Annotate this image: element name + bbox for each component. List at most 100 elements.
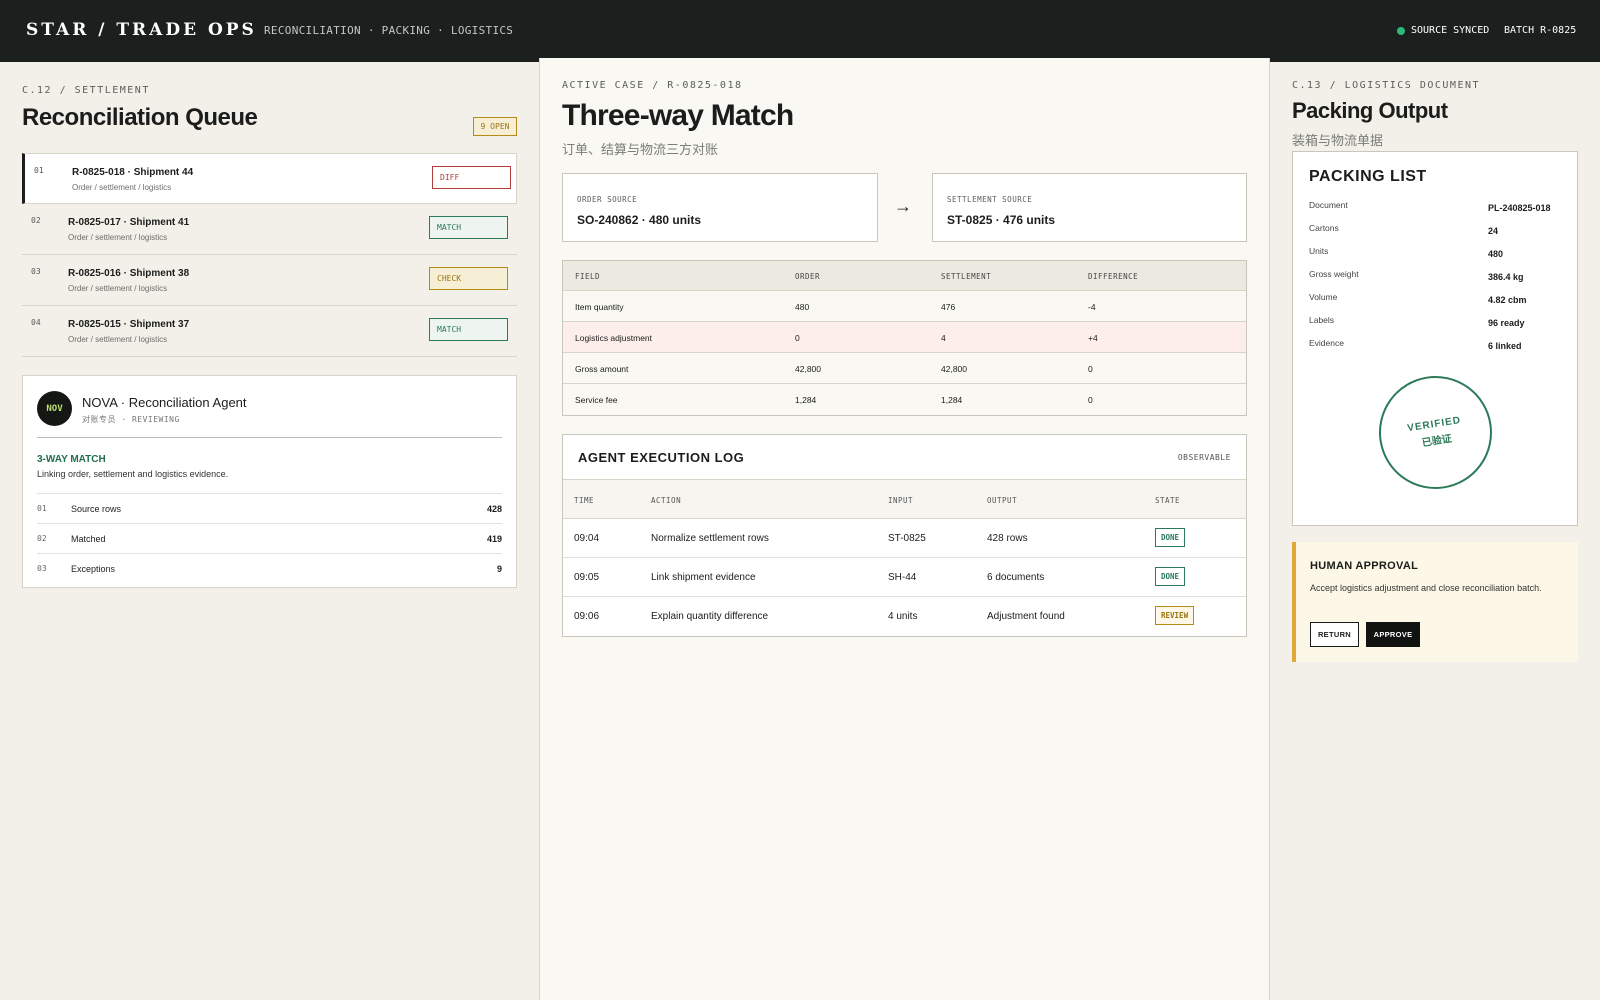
- human-approval-card: HUMAN APPROVAL Accept logistics adjustme…: [1292, 542, 1578, 662]
- log-action: Link shipment evidence: [651, 572, 756, 583]
- table-row: 09:06 Explain quantity difference 4 unit…: [563, 597, 1246, 636]
- agent-status: 对账专员 · REVIEWING: [82, 415, 180, 424]
- table-cell: -4: [1088, 302, 1096, 312]
- sync-status-label: SOURCE SYNCED: [1411, 25, 1490, 36]
- section-title: Packing Output: [1292, 98, 1448, 123]
- field-row: Units 480: [1309, 246, 1563, 269]
- queue-item-subtitle: Order / settlement / logistics: [68, 335, 168, 344]
- agent-task-label: 3-WAY MATCH: [37, 454, 106, 465]
- log-input: ST-0825: [888, 533, 926, 544]
- status-badge: MATCH: [429, 318, 508, 341]
- approve-button[interactable]: APPROVE: [1366, 622, 1420, 647]
- stat-label: Exceptions: [71, 564, 116, 574]
- queue-item[interactable]: 04 R-0825-015 · Shipment 37 Order / sett…: [22, 306, 517, 357]
- approval-title: HUMAN APPROVAL: [1310, 560, 1419, 572]
- table-cell: +4: [1088, 333, 1098, 343]
- packing-list-card: PACKING LIST Document PL-240825-018 Cart…: [1292, 151, 1578, 526]
- table-header: FIELD ORDER SETTLEMENT DIFFERENCE: [563, 261, 1246, 291]
- section-eyebrow: ACTIVE CASE / R-0825-018: [562, 80, 743, 91]
- stat-row: 02 Matched 419: [37, 523, 502, 553]
- log-time: 09:05: [574, 572, 600, 583]
- stat-value: 9: [496, 564, 502, 574]
- order-source-value: SO-240862 · 480 units: [577, 213, 702, 227]
- queue-item-title: R-0825-018 · Shipment 44: [72, 167, 194, 178]
- packing-list-fields: Document PL-240825-018 Cartons 24 Units …: [1309, 200, 1563, 361]
- top-bar: STAR / TRADE OPS RECONCILIATION · PACKIN…: [0, 0, 1600, 62]
- field-row: Document PL-240825-018: [1309, 200, 1563, 223]
- stat-label: Source rows: [71, 504, 122, 514]
- table-cell: 480: [795, 302, 810, 312]
- field-value: PL-240825-018: [1488, 203, 1551, 213]
- table-header: TIME ACTION INPUT OUTPUT STATE: [563, 479, 1246, 519]
- table-cell: Gross amount: [575, 364, 629, 374]
- log-time: 09:06: [574, 611, 600, 622]
- case-subtitle: 订单、结算与物流三方对账: [562, 142, 719, 157]
- open-count-badge: 9 OPEN: [473, 117, 517, 136]
- queue-item[interactable]: 02 R-0825-017 · Shipment 41 Order / sett…: [22, 204, 517, 255]
- field-label: Units: [1309, 246, 1329, 256]
- case-title: Three-way Match: [562, 99, 794, 132]
- avatar: NOV: [37, 391, 72, 426]
- stat-number: 01: [37, 504, 47, 513]
- verified-stamp: VERIFIED 已验证: [1370, 367, 1501, 498]
- table-row: 09:04 Normalize settlement rows ST-0825 …: [563, 519, 1246, 558]
- return-button[interactable]: RETURN: [1310, 622, 1359, 647]
- agent-card: NOV NOVA · Reconciliation Agent 对账专员 · R…: [22, 375, 517, 588]
- divider: [37, 437, 502, 438]
- table-cell: 476: [941, 302, 956, 312]
- field-label: Cartons: [1309, 223, 1339, 233]
- field-value: 6 linked: [1488, 341, 1522, 351]
- table-row: Item quantity 480 476 -4: [563, 291, 1246, 322]
- field-value: 24: [1488, 226, 1499, 236]
- column-header: TIME: [574, 496, 595, 505]
- stat-number: 03: [37, 564, 47, 573]
- table-cell: 0: [1088, 395, 1093, 405]
- settlement-source-label: SETTLEMENT SOURCE: [947, 195, 1033, 204]
- order-source-card: ORDER SOURCE SO-240862 · 480 units: [562, 173, 878, 242]
- settlement-source-card: SETTLEMENT SOURCE ST-0825 · 476 units: [932, 173, 1247, 242]
- log-time: 09:04: [574, 533, 600, 544]
- log-tag: OBSERVABLE: [1177, 453, 1231, 462]
- packing-list-title: PACKING LIST: [1309, 168, 1427, 185]
- field-row: Volume 4.82 cbm: [1309, 292, 1563, 315]
- table-row: 09:05 Link shipment evidence SH-44 6 doc…: [563, 558, 1246, 597]
- log-output: 428 rows: [987, 533, 1028, 544]
- agent-name: NOVA · Reconciliation Agent: [82, 395, 247, 410]
- section-eyebrow: C.13 / LOGISTICS DOCUMENT: [1292, 80, 1481, 91]
- table-cell: 1,284: [941, 395, 963, 405]
- field-value: 4.82 cbm: [1488, 295, 1527, 305]
- column-header: STATE: [1155, 496, 1181, 505]
- status-badge: DIFF: [432, 166, 511, 189]
- log-input: SH-44: [888, 572, 917, 583]
- queue-item[interactable]: 03 R-0825-016 · Shipment 38 Order / sett…: [22, 255, 517, 306]
- order-source-label: ORDER SOURCE: [577, 195, 638, 204]
- stat-row: 03 Exceptions 9: [37, 553, 502, 583]
- agent-execution-log: AGENT EXECUTION LOG OBSERVABLE TIME ACTI…: [562, 434, 1247, 637]
- queue-item-number: 03: [31, 267, 41, 276]
- field-row: Evidence 6 linked: [1309, 338, 1563, 361]
- stat-number: 02: [37, 534, 47, 543]
- field-label: Evidence: [1309, 338, 1344, 348]
- queue-item-number: 04: [31, 318, 41, 327]
- queue-item-number: 01: [34, 166, 44, 175]
- log-title: AGENT EXECUTION LOG: [578, 450, 745, 465]
- queue-item-subtitle: Order / settlement / logistics: [68, 233, 168, 242]
- field-label: Document: [1309, 200, 1348, 210]
- top-nav[interactable]: RECONCILIATION · PACKING · LOGISTICS: [264, 24, 513, 37]
- field-label: Volume: [1309, 292, 1338, 302]
- table-cell: 0: [795, 333, 800, 343]
- log-output: 6 documents: [987, 572, 1045, 583]
- stat-value: 428: [486, 504, 502, 514]
- column-header: SETTLEMENT: [941, 272, 992, 281]
- approval-description: Accept logistics adjustment and close re…: [1310, 583, 1542, 593]
- table-row: Service fee 1,284 1,284 0: [563, 384, 1246, 415]
- field-row: Labels 96 ready: [1309, 315, 1563, 338]
- queue-item-title: R-0825-016 · Shipment 38: [68, 268, 190, 279]
- column-header: ACTION: [651, 496, 682, 505]
- agent-stats: 01 Source rows 428 02 Matched 419 03 Exc…: [37, 493, 502, 583]
- status-badge: MATCH: [429, 216, 508, 239]
- stat-value: 419: [486, 534, 502, 544]
- page-title: Reconciliation Queue: [22, 104, 258, 131]
- queue-item-subtitle: Order / settlement / logistics: [68, 284, 168, 293]
- queue-item[interactable]: 01 R-0825-018 · Shipment 44 Order / sett…: [22, 153, 517, 204]
